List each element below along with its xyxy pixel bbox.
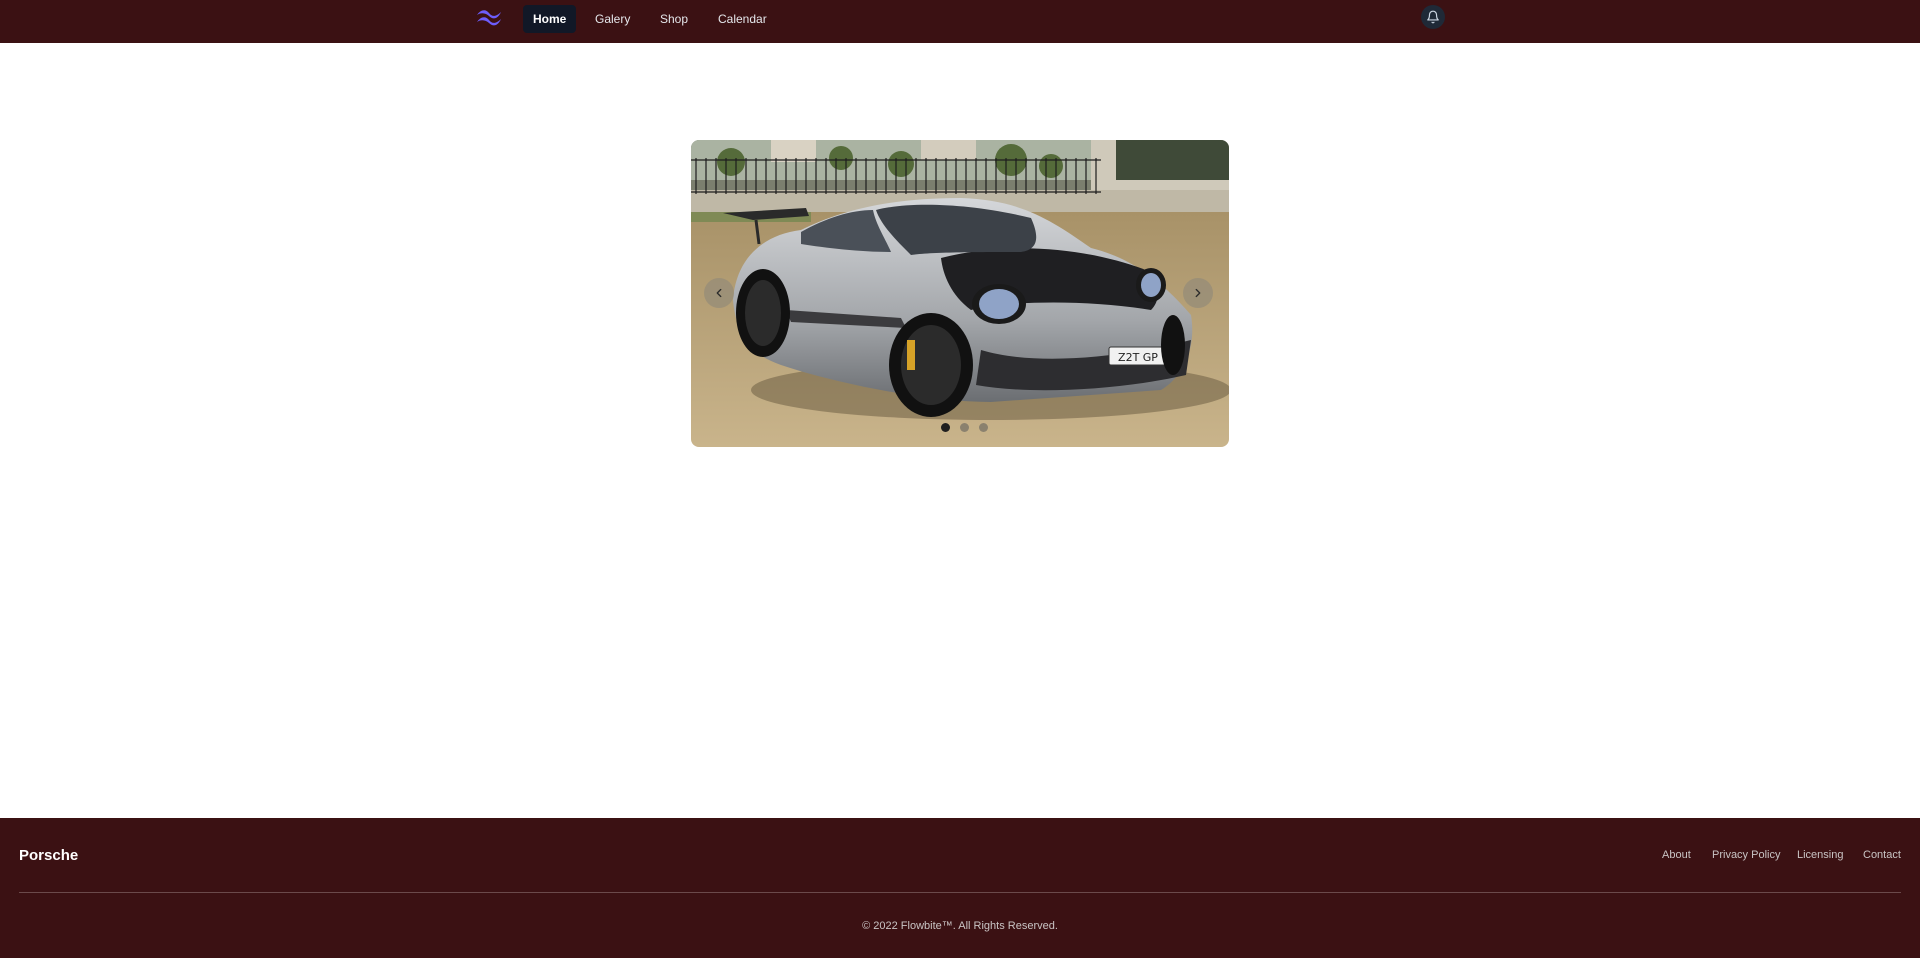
carousel-indicator-2[interactable] — [960, 423, 969, 432]
chevron-right-icon — [1195, 288, 1201, 298]
carousel-indicators — [935, 421, 988, 433]
nav-link-shop[interactable]: Shop — [650, 5, 698, 33]
chevron-left-icon — [716, 288, 722, 298]
site-footer: Porsche About Privacy Policy Licensing C… — [0, 818, 1920, 958]
footer-link-privacy-policy[interactable]: Privacy Policy — [1712, 849, 1780, 861]
footer-brand[interactable]: Porsche — [19, 847, 78, 864]
nav-link-home[interactable]: Home — [523, 5, 577, 33]
image-carousel: Z2T GP — [691, 140, 1229, 447]
carousel-next-button[interactable] — [1183, 278, 1213, 308]
tailwind-logo-icon[interactable] — [474, 6, 504, 28]
notifications-button[interactable] — [1421, 5, 1445, 29]
nav-link-galery[interactable]: Galery — [585, 5, 640, 33]
bell-icon — [1427, 10, 1439, 24]
top-navbar: Home Galery Shop Calendar — [0, 0, 1920, 43]
nav-link-calendar[interactable]: Calendar — [708, 5, 777, 33]
license-plate-text: Z2T GP — [1118, 351, 1158, 364]
footer-link-about[interactable]: About — [1662, 849, 1691, 861]
carousel-slide-image: Z2T GP — [691, 140, 1229, 447]
footer-link-contact[interactable]: Contact — [1863, 849, 1901, 861]
carousel-prev-button[interactable] — [704, 278, 734, 308]
footer-divider — [19, 892, 1901, 893]
carousel-indicator-1[interactable] — [941, 423, 950, 432]
footer-copyright: © 2022 Flowbite™. All Rights Reserved. — [862, 920, 1058, 932]
footer-link-licensing[interactable]: Licensing — [1797, 849, 1843, 861]
carousel-indicator-3[interactable] — [979, 423, 988, 432]
